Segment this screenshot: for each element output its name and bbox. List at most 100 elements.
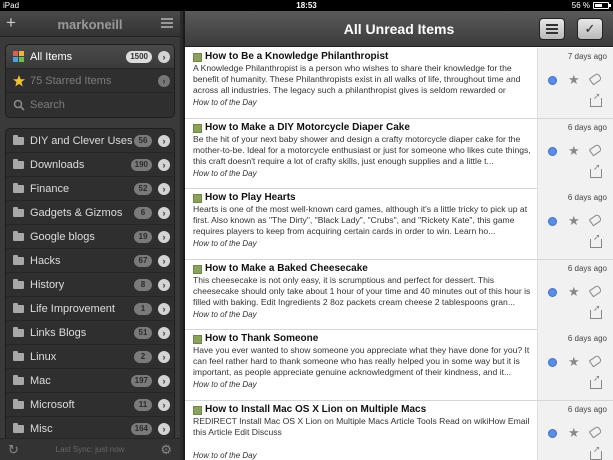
- article-source: How to of the Day: [193, 239, 257, 248]
- article-body[interactable]: How to Play Hearts Hearts is one of the …: [185, 189, 537, 259]
- star-icon[interactable]: ★: [568, 426, 580, 439]
- list-item[interactable]: How to Make a Baked Cheesecake This chee…: [185, 259, 613, 330]
- tag-icon[interactable]: [588, 143, 603, 156]
- article-title[interactable]: How to Make a DIY Motorcycle Diaper Cake: [193, 122, 533, 133]
- article-snippet: Hearts is one of the most well-known car…: [193, 204, 528, 236]
- unread-dot-icon[interactable]: [548, 146, 557, 156]
- feed-favicon-icon: [193, 123, 202, 133]
- share-icon[interactable]: [590, 232, 602, 248]
- sidebar-item-folder[interactable]: Links Blogs 51 ›: [6, 321, 174, 345]
- folder-icon: [13, 135, 24, 145]
- feed-favicon-icon: [193, 53, 202, 62]
- list-item[interactable]: How to Be a Knowledge Philanthropist A K…: [185, 48, 613, 119]
- sidebar-item-folder[interactable]: Linux 2 ›: [6, 345, 174, 369]
- chevron-right-icon[interactable]: ›: [158, 279, 170, 291]
- chevron-right-icon[interactable]: ›: [158, 303, 170, 315]
- share-icon[interactable]: [590, 162, 602, 178]
- sidebar-item-folder[interactable]: Downloads 190 ›: [6, 153, 174, 177]
- unread-dot-icon[interactable]: [548, 428, 557, 438]
- chevron-right-icon[interactable]: ›: [158, 399, 170, 411]
- sidebar-item-folder[interactable]: Finance 52 ›: [6, 177, 174, 201]
- sidebar-header: + markoneill: [0, 11, 180, 37]
- chevron-right-icon[interactable]: ›: [158, 255, 170, 267]
- sidebar-item-folder[interactable]: Mac 197 ›: [6, 369, 174, 393]
- article-title[interactable]: How to Make a Baked Cheesecake: [193, 263, 533, 274]
- star-icon[interactable]: ★: [568, 355, 580, 368]
- article-source: How to of the Day: [193, 168, 257, 178]
- list-item[interactable]: How to Play Hearts Hearts is one of the …: [185, 189, 613, 260]
- tag-icon[interactable]: [588, 284, 603, 297]
- mark-all-read-button[interactable]: ✓: [577, 18, 603, 40]
- feed-favicon-icon: [193, 194, 202, 203]
- sidebar-item-folder[interactable]: Hacks 67 ›: [6, 249, 174, 273]
- tag-icon[interactable]: [588, 213, 603, 227]
- star-icon[interactable]: ★: [568, 285, 580, 298]
- article-body[interactable]: How to Make a DIY Motorcycle Diaper Cake…: [185, 119, 537, 189]
- chevron-right-icon[interactable]: ›: [158, 375, 170, 387]
- list-view-button[interactable]: [539, 18, 565, 40]
- article-source: How to of the Day: [193, 309, 257, 319]
- rss-icon: [13, 51, 24, 62]
- unread-dot-icon[interactable]: [548, 217, 557, 226]
- chevron-right-icon[interactable]: ›: [158, 327, 170, 339]
- share-icon[interactable]: [590, 91, 602, 107]
- chevron-right-icon[interactable]: ›: [158, 135, 170, 147]
- share-icon[interactable]: [590, 303, 602, 319]
- chevron-right-icon[interactable]: ›: [158, 159, 170, 171]
- tag-icon[interactable]: [588, 425, 603, 438]
- article-title[interactable]: How to Thank Someone: [193, 333, 533, 344]
- unread-dot-icon[interactable]: [548, 287, 557, 297]
- share-icon[interactable]: [590, 444, 602, 460]
- unread-dot-icon[interactable]: [548, 76, 557, 85]
- star-icon: [13, 75, 25, 87]
- chevron-right-icon[interactable]: ›: [158, 231, 170, 243]
- sidebar-item-all-items[interactable]: All Items 1500 ›: [6, 45, 174, 69]
- star-icon[interactable]: ★: [568, 73, 580, 86]
- article-body[interactable]: How to Install Mac OS X Lion on Multiple…: [185, 401, 537, 460]
- article-actions: 6 days ago ★: [537, 189, 613, 259]
- article-body[interactable]: How to Be a Knowledge Philanthropist A K…: [185, 48, 537, 118]
- article-age: 7 days ago: [567, 52, 607, 61]
- list-item[interactable]: How to Install Mac OS X Lion on Multiple…: [185, 400, 613, 460]
- gear-icon[interactable]: ⚙: [160, 442, 172, 458]
- unread-dot-icon[interactable]: [548, 358, 557, 367]
- sidebar-item-folder[interactable]: Life Improvement 1 ›: [6, 297, 174, 321]
- chevron-right-icon[interactable]: ›: [158, 423, 170, 435]
- sidebar-item-label: Microsoft: [30, 399, 75, 411]
- sidebar-item-folder[interactable]: History 8 ›: [6, 273, 174, 297]
- article-list-panel: All Unread Items ✓ How to Be a Knowledge…: [183, 11, 613, 460]
- sidebar-item-search[interactable]: Search: [6, 93, 174, 117]
- article-title[interactable]: How to Be a Knowledge Philanthropist: [193, 51, 533, 62]
- chevron-right-icon[interactable]: ›: [158, 51, 170, 63]
- sidebar-item-folder[interactable]: DIY and Clever Uses 56 ›: [6, 129, 174, 153]
- chevron-right-icon[interactable]: ›: [158, 183, 170, 195]
- sidebar-item-folder[interactable]: Google blogs 19 ›: [6, 225, 174, 249]
- article-body[interactable]: How to Make a Baked Cheesecake This chee…: [185, 260, 537, 330]
- sidebar-item-label: History: [30, 279, 65, 291]
- article-title[interactable]: How to Play Hearts: [193, 192, 533, 203]
- star-icon[interactable]: ★: [568, 144, 580, 157]
- sidebar: + markoneill All Items 1500 › 75 Starred…: [0, 11, 180, 460]
- sidebar-item-label: Gadgets & Gizmos: [30, 207, 123, 219]
- share-icon[interactable]: [590, 373, 602, 389]
- folder-icon: [13, 231, 24, 241]
- feed-favicon-icon: [193, 405, 202, 415]
- unread-count-badge: 2: [134, 351, 152, 363]
- sidebar-item-starred[interactable]: 75 Starred Items ›: [6, 69, 174, 93]
- article-body[interactable]: How to Thank Someone Have you ever wante…: [185, 330, 537, 400]
- chevron-right-icon[interactable]: ›: [158, 351, 170, 363]
- tag-icon[interactable]: [588, 72, 603, 86]
- sidebar-item-folder[interactable]: Gadgets & Gizmos 6 ›: [6, 201, 174, 225]
- chevron-right-icon[interactable]: ›: [158, 75, 170, 87]
- menu-icon[interactable]: [161, 18, 173, 28]
- list-item[interactable]: How to Thank Someone Have you ever wante…: [185, 330, 613, 401]
- star-icon[interactable]: ★: [568, 214, 580, 227]
- tag-icon[interactable]: [588, 354, 603, 368]
- sidebar-item-folder[interactable]: Microsoft 11 ›: [6, 393, 174, 417]
- sidebar-item-label: Mac: [30, 375, 51, 387]
- article-title[interactable]: How to Install Mac OS X Lion on Multiple…: [193, 404, 533, 415]
- chevron-right-icon[interactable]: ›: [158, 207, 170, 219]
- list-item[interactable]: How to Make a DIY Motorcycle Diaper Cake…: [185, 118, 613, 189]
- sidebar-item-label: All Items: [30, 51, 73, 63]
- sidebar-item-label: Finance: [30, 183, 70, 195]
